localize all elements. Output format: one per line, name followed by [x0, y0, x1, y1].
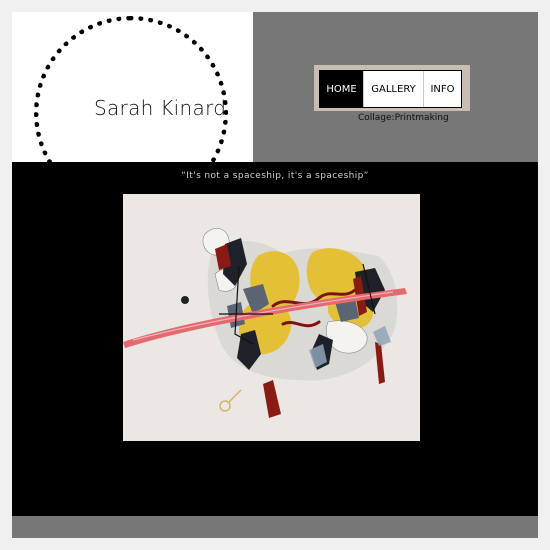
site-title[interactable]: Sarah Kinard — [94, 96, 226, 120]
collage-artwork — [123, 194, 420, 441]
main-content: “It's not a spaceship, it's a spaceship” — [12, 162, 538, 516]
artwork-image[interactable] — [123, 194, 420, 441]
nav-home[interactable]: HOME — [320, 71, 363, 107]
footer-bar — [12, 516, 538, 538]
nav-frame: HOME GALLERY INFO — [314, 65, 470, 111]
nav-gallery[interactable]: GALLERY — [363, 71, 423, 107]
site-tagline: Collage:Printmaking — [358, 113, 449, 123]
dotted-circle-logo — [34, 16, 228, 162]
site-header-nav-area: HOME GALLERY INFO Collage:Printmaking — [253, 12, 538, 162]
site-header-branding: Sarah Kinard — [12, 12, 253, 162]
artwork-caption: “It's not a spaceship, it's a spaceship” — [181, 171, 369, 181]
page-frame: Sarah Kinard HOME GALLERY INFO Collage:P… — [12, 12, 538, 538]
main-nav: HOME GALLERY INFO — [319, 70, 462, 108]
nav-info[interactable]: INFO — [423, 71, 461, 107]
